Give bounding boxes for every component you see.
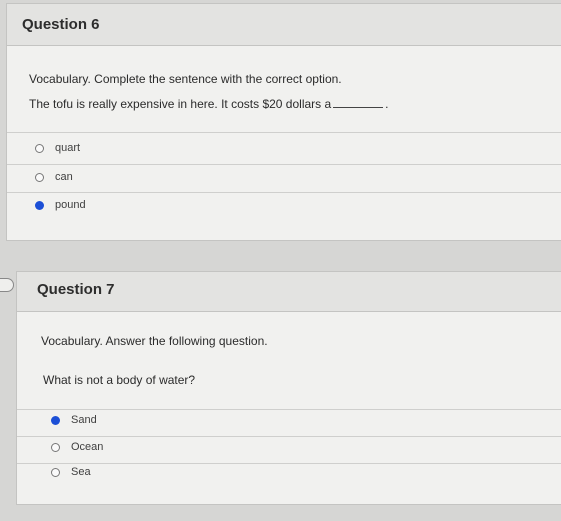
option-sand[interactable]: Sand [51,414,97,426]
radio-button[interactable] [35,143,44,153]
question-6-header: Question 6 [7,4,561,46]
option-label: can [55,171,73,183]
question-7-card: Question 7 Vocabulary. Answer the follow… [16,271,561,505]
radio-button-selected[interactable] [51,415,60,425]
option-sea[interactable]: Sea [51,466,91,478]
question-6-sentence: The tofu is really expensive in here. It… [29,97,389,111]
question-7-instruction: Vocabulary. Answer the following questio… [41,334,268,348]
option-label: Ocean [71,441,104,453]
option-can[interactable]: can [35,171,73,183]
divider [17,409,561,410]
option-pound[interactable]: pound [35,199,86,211]
option-quart[interactable]: quart [35,142,80,154]
radio-button[interactable] [51,442,60,452]
option-label: Sea [71,466,91,478]
option-label: Sand [71,414,97,426]
quiz-page: Question 6 Vocabulary. Complete the sent… [0,0,561,521]
radio-button[interactable] [35,172,44,182]
question-6-instruction: Vocabulary. Complete the sentence with t… [29,72,342,86]
nav-arrow-icon[interactable] [0,278,14,292]
question-7-title: Question 7 [37,281,115,298]
question-6-title: Question 6 [22,16,100,33]
option-ocean[interactable]: Ocean [51,441,103,453]
question-6-sentence-end: . [385,97,389,111]
divider [17,436,561,437]
radio-button[interactable] [51,467,60,477]
question-6-sentence-text: The tofu is really expensive in here. It… [29,97,332,111]
divider [17,463,561,464]
divider [7,164,561,165]
question-7-question: What is not a body of water? [43,373,196,387]
radio-button-selected[interactable] [35,200,44,210]
question-6-card: Question 6 Vocabulary. Complete the sent… [6,3,561,241]
option-label: pound [55,199,86,211]
divider [7,132,561,133]
question-7-header: Question 7 [17,272,561,312]
divider [7,192,561,193]
option-label: quart [55,142,81,154]
answer-blank [333,98,384,108]
